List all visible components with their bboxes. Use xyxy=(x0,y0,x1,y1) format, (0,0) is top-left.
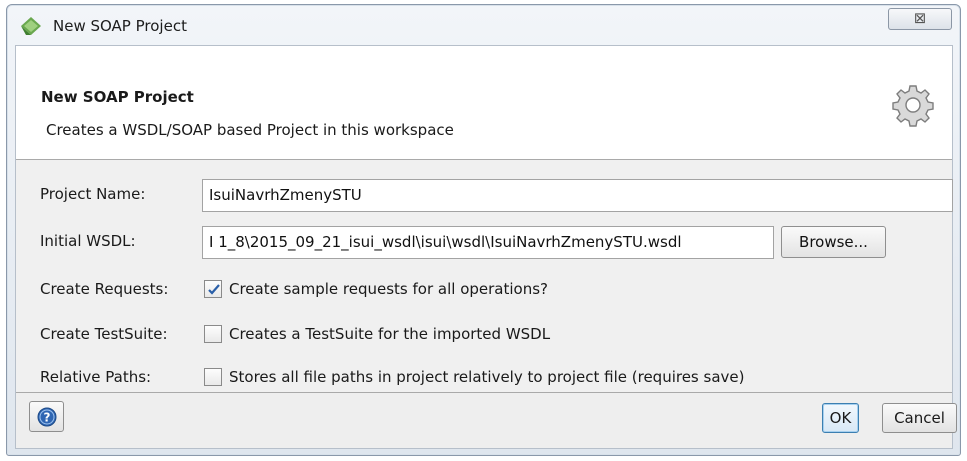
initial-wsdl-label: Initial WSDL: xyxy=(40,232,136,250)
browse-button[interactable]: Browse... xyxy=(781,226,886,258)
help-button[interactable]: ? xyxy=(29,401,64,432)
dialog-header: New SOAP Project Creates a WSDL/SOAP bas… xyxy=(16,46,952,160)
create-requests-text: Create sample requests for all operation… xyxy=(229,280,548,298)
check-icon xyxy=(208,284,220,295)
title-bar[interactable]: New SOAP Project ⊠ xyxy=(7,5,960,45)
window-title: New SOAP Project xyxy=(53,17,187,35)
svg-text:?: ? xyxy=(44,411,51,425)
gear-icon xyxy=(892,85,934,127)
dialog-footer: ? OK Cancel xyxy=(16,392,957,448)
close-button[interactable]: ⊠ xyxy=(888,8,952,30)
relative-paths-checkbox[interactable] xyxy=(204,368,222,386)
create-requests-checkbox[interactable] xyxy=(204,280,222,298)
help-icon: ? xyxy=(37,407,57,427)
header-title: New SOAP Project xyxy=(41,88,194,106)
project-name-label: Project Name: xyxy=(40,185,146,203)
create-testsuite-checkbox[interactable] xyxy=(204,325,222,343)
relative-paths-label: Relative Paths: xyxy=(40,368,152,386)
project-name-input[interactable]: IsuiNavrhZmenySTU xyxy=(202,179,953,212)
create-testsuite-text: Creates a TestSuite for the imported WSD… xyxy=(229,325,551,343)
header-description: Creates a WSDL/SOAP based Project in thi… xyxy=(46,121,454,139)
cancel-button[interactable]: Cancel xyxy=(882,403,957,433)
relative-paths-text: Stores all file paths in project relativ… xyxy=(229,368,745,386)
create-testsuite-label: Create TestSuite: xyxy=(40,325,168,343)
dialog-body: New SOAP Project Creates a WSDL/SOAP bas… xyxy=(15,45,957,449)
create-requests-label: Create Requests: xyxy=(40,280,169,298)
soapui-logo-icon xyxy=(21,17,41,35)
new-soap-project-dialog: New SOAP Project ⊠ New SOAP Project Crea… xyxy=(6,4,961,456)
ok-button[interactable]: OK xyxy=(822,403,859,433)
close-icon: ⊠ xyxy=(913,9,927,27)
initial-wsdl-input[interactable]: I 1_8\2015_09_21_isui_wsdl\isui\wsdl\Isu… xyxy=(202,226,774,259)
